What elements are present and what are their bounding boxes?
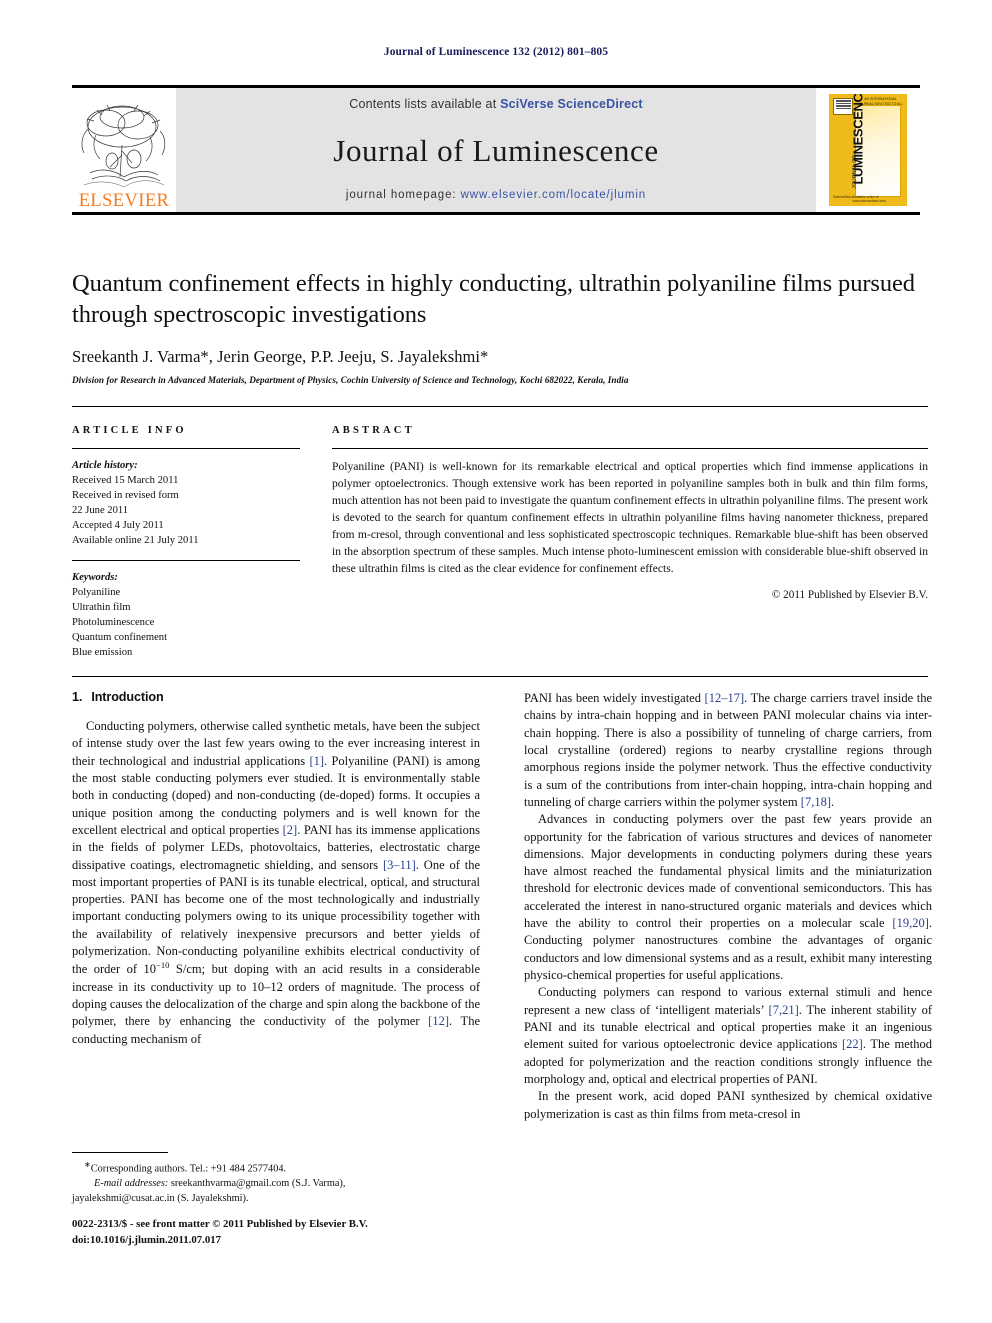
citation-link[interactable]: [3–11]: [383, 858, 416, 872]
history-item: Received 15 March 2011: [72, 475, 179, 487]
paragraph: In the present work, acid doped PANI syn…: [524, 1089, 932, 1121]
journal-cover-image: AN INTERNATIONAL JOURNAL DEVOTED TO ALL …: [829, 94, 907, 206]
section-number: 1.: [72, 690, 83, 704]
cover-footer: ScienceDirect Available online at www.sc…: [833, 195, 903, 203]
keyword-item: Ultrathin film: [72, 602, 131, 614]
history-item: Accepted 4 July 2011: [72, 520, 164, 532]
citation-link[interactable]: [22]: [842, 1037, 863, 1051]
running-head: Journal of Luminescence 132 (2012) 801–8…: [383, 46, 609, 58]
section-name: Introduction: [91, 690, 164, 704]
corresponding-author-line: ∗Corresponding authors. Tel.: +91 484 25…: [72, 1159, 480, 1177]
paragraph: Conducting polymers, otherwise called sy…: [72, 718, 480, 1048]
info-bottom-rule: [72, 676, 928, 678]
contents-available-line: Contents lists available at SciVerse Sci…: [176, 97, 816, 111]
affiliation: Division for Research in Advanced Materi…: [72, 374, 629, 385]
exponent: −10: [156, 960, 170, 971]
keywords-list: Keywords: Polyaniline Ultrathin film Pho…: [72, 570, 300, 660]
article-info-separator: [72, 448, 300, 449]
footnote-rule: [72, 1152, 168, 1153]
journal-article-page: Journal of Luminescence 132 (2012) 801–8…: [0, 0, 992, 1323]
body-column-left: 1. Introduction Conducting polymers, othe…: [72, 690, 480, 1123]
email-label: E-mail addresses:: [94, 1178, 169, 1190]
abstract-heading: ABSTRACT: [332, 425, 415, 436]
citation-link[interactable]: [19,20]: [892, 916, 928, 930]
article-info-column: ARTICLE INFO Article history: Received 1…: [72, 425, 316, 660]
body-column-right: PANI has been widely investigated [12–17…: [524, 690, 932, 1123]
author-list: Sreekanth J. Varma*, Jerin George, P.P. …: [72, 346, 489, 366]
title-block: Quantum confinement effects in highly co…: [72, 268, 928, 385]
keyword-item: Blue emission: [72, 647, 133, 659]
article-history: Article history: Received 15 March 2011 …: [72, 458, 300, 548]
email-line-2[interactable]: jayalekshmi@cusat.ac.in (S. Jayalekshmi)…: [72, 1192, 480, 1207]
elsevier-tree-icon: [81, 104, 166, 187]
article-title: Quantum confinement effects in highly co…: [72, 270, 915, 329]
elsevier-wordmark: ELSEVIER: [78, 190, 170, 211]
history-item: Available online 21 July 2011: [72, 535, 199, 547]
citation-link[interactable]: [1]: [309, 754, 324, 768]
history-item: Received in revised form: [72, 490, 179, 502]
citation-link[interactable]: [2]: [283, 823, 298, 837]
abstract-copyright: © 2011 Published by Elsevier B.V.: [771, 589, 928, 602]
journal-homepage-link[interactable]: www.elsevier.com/locate/jlumin: [461, 189, 647, 201]
body-columns: 1. Introduction Conducting polymers, othe…: [72, 690, 932, 1123]
keyword-item: Polyaniline: [72, 587, 121, 599]
asterisk-icon: ∗: [84, 1160, 91, 1169]
abstract-separator: [332, 448, 928, 449]
keywords-separator: [72, 560, 300, 562]
sciencedirect-link[interactable]: SciVerse ScienceDirect: [500, 97, 643, 111]
abstract-column: ABSTRACT Polyaniline (PANI) is well-know…: [316, 425, 928, 660]
journal-masthead: ELSEVIER Contents lists available at Sci…: [72, 85, 920, 215]
cover-footer-right: Available online at www.sciencedirect.co…: [852, 195, 886, 203]
citation-link[interactable]: [7,18]: [801, 795, 831, 809]
info-top-rule: [72, 406, 928, 407]
article-history-label: Article history:: [72, 460, 138, 471]
text-run: PANI has been widely investigated: [524, 691, 705, 705]
email-address[interactable]: sreekanthvarma@gmail.com (S.J. Varma),: [168, 1178, 346, 1189]
elsevier-logo: ELSEVIER: [72, 88, 176, 212]
text-run: . The charge carriers travel inside the …: [524, 691, 933, 809]
issn-frontmatter-line: 0022-2313/$ - see front matter © 2011 Pu…: [72, 1218, 368, 1230]
paragraph: Conducting polymers can respond to vario…: [524, 984, 932, 1088]
citation-link[interactable]: [7,21]: [769, 1003, 799, 1017]
keyword-item: Quantum confinement: [72, 632, 168, 644]
paragraph: PANI has been widely investigated [12–17…: [524, 690, 932, 811]
keywords-label: Keywords:: [72, 572, 118, 584]
homepage-prefix: journal homepage:: [345, 189, 461, 201]
corresponding-author-footnote: ∗Corresponding authors. Tel.: +91 484 25…: [72, 1152, 480, 1207]
journal-cover-wrap: AN INTERNATIONAL JOURNAL DEVOTED TO ALL …: [816, 88, 920, 212]
masthead-center-band: Contents lists available at SciVerse Sci…: [176, 88, 816, 212]
journal-title: Journal of Luminescence: [333, 132, 659, 168]
doi-line[interactable]: doi:10.1016/j.jlumin.2011.07.017: [72, 1232, 542, 1248]
text-run: . One of the most important properties o…: [72, 857, 480, 977]
email-line-1: E-mail addresses: sreekanthvarma@gmail.c…: [72, 1177, 480, 1192]
keyword-item: Photoluminescence: [72, 617, 155, 629]
masthead-bottom-rule: [72, 212, 920, 215]
info-abstract-block: ARTICLE INFO Article history: Received 1…: [72, 406, 928, 678]
contents-prefix: Contents lists available at: [349, 97, 501, 111]
citation-link[interactable]: [12]: [428, 1014, 449, 1028]
history-item: 22 June 2011: [72, 505, 129, 517]
paragraph: Advances in conducting polymers over the…: [524, 811, 932, 984]
journal-homepage-line: journal homepage: www.elsevier.com/locat…: [176, 189, 816, 201]
text-run: Corresponding authors. Tel.: +91 484 257…: [90, 1163, 287, 1175]
text-run: .: [830, 794, 835, 809]
article-info-heading: ARTICLE INFO: [72, 425, 187, 436]
abstract-text: Polyaniline (PANI) is well-known for its…: [332, 460, 928, 576]
section-heading-introduction: 1. Introduction: [72, 690, 480, 704]
citation-link[interactable]: [12–17]: [705, 691, 745, 705]
cover-footer-left: ScienceDirect: [833, 195, 853, 199]
text-run: Advances in conducting polymers over the…: [524, 812, 932, 931]
imprint-block: 0022-2313/$ - see front matter © 2011 Pu…: [72, 1216, 542, 1248]
footnote-text: ∗Corresponding authors. Tel.: +91 484 25…: [72, 1159, 480, 1207]
